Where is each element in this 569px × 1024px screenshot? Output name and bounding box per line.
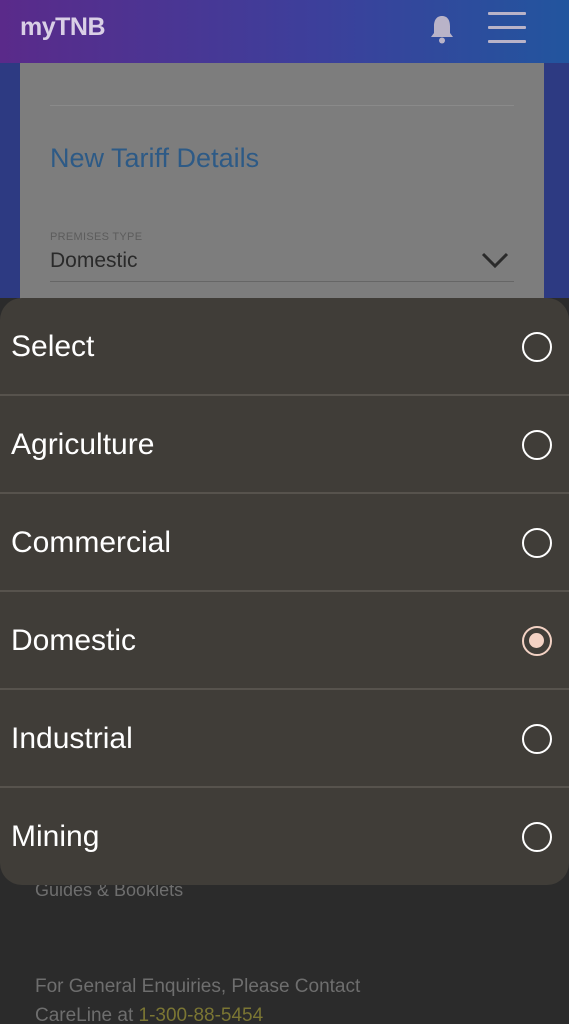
option-label: Agriculture xyxy=(11,428,155,461)
careline-phone-link[interactable]: 1-300-88-5454 xyxy=(139,1005,264,1024)
option-label: Select xyxy=(11,330,95,363)
option-label: Mining xyxy=(11,820,100,853)
card-title: New Tariff Details xyxy=(50,143,260,173)
premises-type-underline xyxy=(50,281,514,282)
radio-unchecked-icon[interactable] xyxy=(522,528,552,558)
option-label: Industrial xyxy=(11,722,133,755)
option-domestic[interactable]: Domestic xyxy=(0,592,569,690)
enquiries-text: For General Enquiries, Please Contact xyxy=(35,976,361,997)
app-logo: myTNB xyxy=(20,13,106,41)
tariff-card: New Tariff Details PREMISES TYPE Domesti… xyxy=(20,63,544,303)
bell-icon[interactable] xyxy=(428,13,456,45)
option-industrial[interactable]: Industrial xyxy=(0,690,569,788)
premises-type-value[interactable]: Domestic xyxy=(50,249,138,273)
option-commercial[interactable]: Commercial xyxy=(0,494,569,592)
chevron-down-icon[interactable] xyxy=(480,249,510,271)
radio-unchecked-icon[interactable] xyxy=(522,822,552,852)
radio-unchecked-icon[interactable] xyxy=(522,430,552,460)
footer-enquiries: For General Enquiries, Please Contact Ca… xyxy=(35,972,360,1024)
careline-line: CareLine at 1-300-88-5454 xyxy=(35,1001,360,1024)
card-divider xyxy=(50,105,514,106)
careline-prefix: CareLine at xyxy=(35,1005,139,1024)
background-band-right xyxy=(544,63,569,298)
radio-unchecked-icon[interactable] xyxy=(522,724,552,754)
option-label: Commercial xyxy=(11,526,172,559)
premises-type-label: PREMISES TYPE xyxy=(50,231,143,243)
radio-unchecked-icon[interactable] xyxy=(522,332,552,362)
hamburger-menu-icon[interactable] xyxy=(488,12,526,44)
option-mining[interactable]: Mining xyxy=(0,788,569,886)
background-band-left xyxy=(0,63,20,298)
option-select[interactable]: Select xyxy=(0,298,569,396)
option-label: Domestic xyxy=(11,624,137,657)
radio-checked-icon[interactable] xyxy=(522,626,552,656)
premises-type-dropdown: Select Agriculture Commercial Domestic I… xyxy=(0,298,569,885)
app-header: myTNB xyxy=(0,0,569,63)
option-agriculture[interactable]: Agriculture xyxy=(0,396,569,494)
